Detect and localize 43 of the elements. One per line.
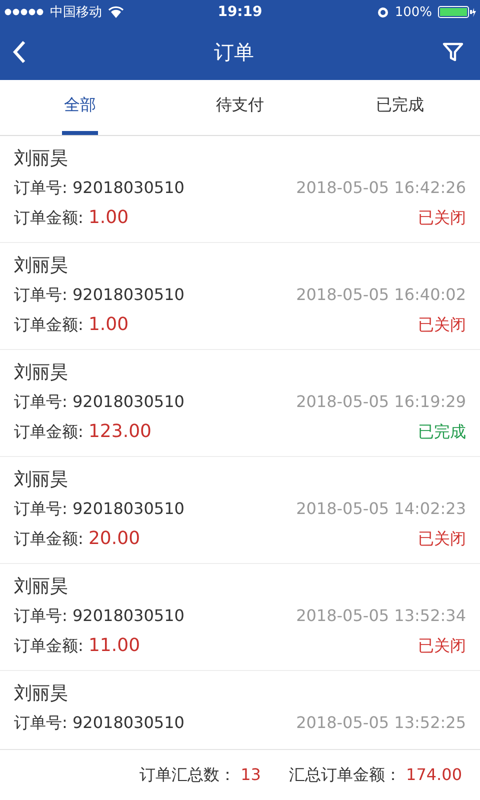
page-title: 订单	[214, 38, 254, 66]
filter-icon[interactable]	[442, 41, 464, 63]
order-status: 已关闭	[418, 529, 466, 550]
alarm-icon	[376, 6, 389, 18]
customer-name: 刘丽昊	[14, 682, 69, 705]
order-time: 2018-05-05 16:40:02	[296, 285, 466, 304]
order-time: 2018-05-05 13:52:25	[296, 713, 466, 732]
order-number: 订单号: 92018030510	[14, 606, 184, 627]
order-amount: 订单金额: 123.00	[14, 421, 152, 443]
order-amount: 订单金额: 1.00	[14, 207, 129, 229]
tab[interactable]: 待支付	[214, 80, 266, 135]
order-time: 2018-05-05 14:02:23	[296, 499, 466, 518]
order-number: 订单号: 92018030510	[14, 178, 184, 199]
order-amount: 订单金额: 11.00	[14, 635, 140, 657]
order-amount: 订单金额: 1.00	[14, 314, 129, 336]
order-total: 汇总订单金额： 174.00	[288, 764, 462, 786]
signal-icon	[4, 8, 44, 16]
wifi-icon	[108, 6, 124, 18]
clock-time: 19:19	[218, 4, 262, 20]
battery-icon	[438, 6, 476, 18]
order-status: 已关闭	[418, 636, 466, 657]
order-amount: 订单金额: 20.00	[14, 528, 140, 550]
tab[interactable]: 已完成	[374, 80, 426, 135]
customer-name: 刘丽昊	[14, 254, 69, 277]
order-time: 2018-05-05 16:42:26	[296, 178, 466, 197]
customer-name: 刘丽昊	[14, 575, 69, 598]
order-number: 订单号: 92018030510	[14, 713, 184, 734]
tab[interactable]: 全部	[62, 80, 98, 135]
order-number: 订单号: 92018030510	[14, 499, 184, 520]
order-number: 订单号: 92018030510	[14, 285, 184, 306]
order-status: 已完成	[418, 422, 466, 443]
order-number: 订单号: 92018030510	[14, 392, 184, 413]
order-count: 订单汇总数： 13	[139, 764, 261, 786]
order-time: 2018-05-05 16:19:29	[296, 392, 466, 411]
customer-name: 刘丽昊	[14, 361, 69, 384]
order-status: 已关闭	[418, 208, 466, 229]
battery-percent: 100%	[394, 4, 432, 20]
order-status: 已关闭	[418, 315, 466, 336]
back-icon[interactable]	[12, 40, 26, 64]
customer-name: 刘丽昊	[14, 468, 69, 491]
carrier-name: 中国移动	[50, 4, 102, 21]
order-time: 2018-05-05 13:52:34	[296, 606, 466, 625]
customer-name: 刘丽昊	[14, 147, 69, 170]
